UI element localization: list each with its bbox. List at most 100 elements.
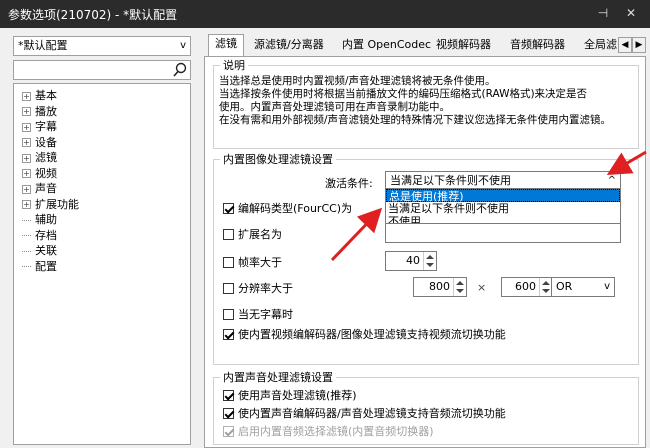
spin-up-icon[interactable] (426, 255, 434, 259)
resolution-operator-select[interactable]: OR v (551, 277, 615, 297)
spin-up-icon[interactable] (542, 281, 550, 285)
tab-source-filter[interactable]: 源滤镜/分离器 (248, 36, 330, 56)
sidebar-item-label: 关联 (35, 244, 57, 257)
window-title: 参数选项(210702) - *默认配置 (8, 8, 178, 22)
spinner-buttons[interactable] (453, 278, 466, 296)
tab-audio-decoder[interactable]: 音频解码器 (504, 36, 571, 56)
resolution-height-value: 600 (515, 280, 536, 293)
sidebar-item[interactable]: 关联 (22, 243, 57, 258)
expand-icon[interactable]: + (22, 184, 31, 194)
sidebar-item-label: 存档 (35, 228, 57, 242)
video-filter-title: 内置图像处理滤镜设置 (220, 151, 336, 167)
resolution-operator-value: OR (556, 280, 573, 293)
expand-icon[interactable]: + (22, 91, 31, 101)
framerate-value: 40 (406, 254, 420, 267)
filter-page: 说明 当选择总是使用时内置视频/声音处理滤镜将被无条件使用。 当选择按条件使用时… (204, 56, 646, 448)
audio-selector-label: 启用内置音频选择滤镜(内置音频切换器) (238, 425, 434, 438)
tab-opencodec[interactable]: 内置 OpenCodec (336, 36, 437, 56)
sidebar-item[interactable]: + 播放 (22, 104, 57, 119)
audio-selector-checkbox[interactable]: 启用内置音频选择滤镜(内置音频切换器) (223, 424, 434, 439)
sidebar-item-label: 声音 (35, 182, 57, 195)
description-text: 当选择总是使用时内置视频/声音处理滤镜将被无条件使用。 当选择按条件使用时将根据… (219, 75, 639, 127)
fourcc-label: 编解码类型(FourCC)为 (238, 202, 353, 215)
sidebar-item[interactable]: 存档 (22, 228, 57, 243)
checkbox-box[interactable] (223, 329, 234, 340)
resolution-checkbox[interactable]: 分辨率大于 (223, 281, 293, 296)
spinner-buttons[interactable] (423, 252, 436, 270)
spin-down-icon[interactable] (426, 263, 434, 267)
checkbox-box[interactable] (223, 309, 234, 320)
tab-video-decoder[interactable]: 视频解码器 (430, 36, 497, 56)
description-line: 当选择按条件使用时将根据当前播放文件的编码压缩格式(RAW格式)来决定是否 (219, 88, 588, 100)
option-always-use[interactable]: 总是使用(推荐) (386, 189, 620, 203)
sidebar-item[interactable]: + 声音 (22, 181, 57, 196)
expand-icon[interactable]: + (22, 169, 31, 178)
sidebar-item[interactable]: 配置 (22, 259, 57, 274)
preset-select[interactable]: *默认配置 v (13, 36, 191, 56)
tab-filter[interactable]: 滤镜 (208, 34, 244, 57)
expand-icon[interactable]: + (22, 200, 31, 209)
sidebar-item-label: 扩展功能 (35, 197, 79, 211)
framerate-checkbox[interactable]: 帧率大于 (223, 255, 282, 270)
tab-scroll-left-icon[interactable]: ◀ (618, 37, 632, 53)
sidebar-item[interactable]: + 字幕 (22, 119, 57, 134)
sidebar-item[interactable]: + 设备 (22, 135, 57, 150)
tab-scroll-right-icon[interactable]: ▶ (632, 37, 646, 53)
framerate-label: 帧率大于 (238, 256, 282, 269)
fourcc-checkbox[interactable]: 编解码类型(FourCC)为 (223, 201, 352, 216)
sidebar-item[interactable]: + 滤镜 (22, 150, 57, 165)
expand-icon[interactable]: + (22, 122, 31, 132)
checkbox-box[interactable] (223, 283, 234, 294)
no-subtitle-label: 当无字幕时 (238, 308, 293, 321)
description-title: 说明 (220, 57, 248, 73)
description-line: 在没有需和用外部视频/声音滤镜处理的特殊情况下建议您选择无条件使用内置滤镜。 (219, 114, 612, 126)
spin-down-icon[interactable] (456, 289, 464, 293)
spin-down-icon[interactable] (542, 289, 550, 293)
times-symbol: × (477, 281, 487, 294)
tab-bar: 滤镜 源滤镜/分离器 内置 OpenCodec 视频解码器 音频解码器 全局滤 … (204, 34, 650, 57)
extension-label: 扩展名为 (238, 228, 282, 241)
extension-checkbox[interactable]: 扩展名为 (223, 227, 282, 242)
audio-stream-switch-checkbox[interactable]: 使内置声音编解码器/声音处理滤镜支持音频流切换功能 (223, 406, 506, 421)
tree-line (22, 235, 31, 236)
close-icon[interactable]: ✕ (622, 4, 640, 22)
use-audio-filter-checkbox[interactable]: 使用声音处理滤镜(推荐) (223, 388, 357, 403)
activation-value: 当满足以下条件则不使用 (390, 174, 511, 187)
sidebar-item-label: 滤镜 (35, 151, 57, 164)
pin-icon[interactable]: ⊣ (594, 4, 612, 22)
sidebar-item-label: 配置 (35, 259, 57, 273)
checkbox-box[interactable] (223, 408, 234, 419)
checkbox-box[interactable] (223, 390, 234, 401)
no-subtitle-checkbox[interactable]: 当无字幕时 (223, 307, 293, 322)
sidebar-item[interactable]: + 视频 (22, 166, 57, 181)
sidebar-item[interactable]: + 扩展功能 (22, 197, 79, 212)
option-conditional[interactable]: 当满足以下条件则不使用 (386, 202, 620, 215)
resolution-height-spinner[interactable]: 600 (501, 277, 553, 297)
spin-up-icon[interactable] (456, 281, 464, 285)
extension-input[interactable] (385, 223, 621, 243)
tree-line (22, 250, 31, 252)
checkbox-box[interactable] (223, 229, 234, 240)
tree-line (22, 266, 31, 267)
sidebar-item-label: 字幕 (35, 120, 57, 133)
checkbox-box[interactable] (223, 426, 234, 437)
expand-icon[interactable]: + (22, 138, 31, 147)
tab-global-filter[interactable]: 全局滤 (578, 36, 618, 56)
search-input[interactable] (13, 60, 191, 80)
framerate-spinner[interactable]: 40 (385, 251, 437, 271)
resolution-width-spinner[interactable]: 800 (413, 277, 467, 297)
search-icon[interactable] (172, 62, 188, 78)
sidebar-item[interactable]: 辅助 (22, 212, 57, 227)
sidebar-item-label: 播放 (35, 104, 57, 118)
sidebar-item[interactable]: + 基本 (22, 88, 57, 103)
description-line: 使用。内置声音处理滤镜可用在声音录制功能中。 (219, 101, 450, 113)
title-bar: 参数选项(210702) - *默认配置 ⊣ ✕ (0, 0, 650, 28)
sidebar-item-label: 视频 (35, 166, 57, 180)
checkbox-box[interactable] (223, 257, 234, 268)
activation-label: 激活条件: (325, 177, 373, 190)
expand-icon[interactable]: + (22, 153, 31, 163)
checkbox-box[interactable] (223, 203, 234, 214)
expand-icon[interactable]: + (22, 107, 31, 116)
video-stream-switch-checkbox[interactable]: 使内置视频编解码器/图像处理滤镜支持视频流切换功能 (223, 327, 506, 342)
use-audio-filter-label: 使用声音处理滤镜(推荐) (238, 389, 357, 402)
